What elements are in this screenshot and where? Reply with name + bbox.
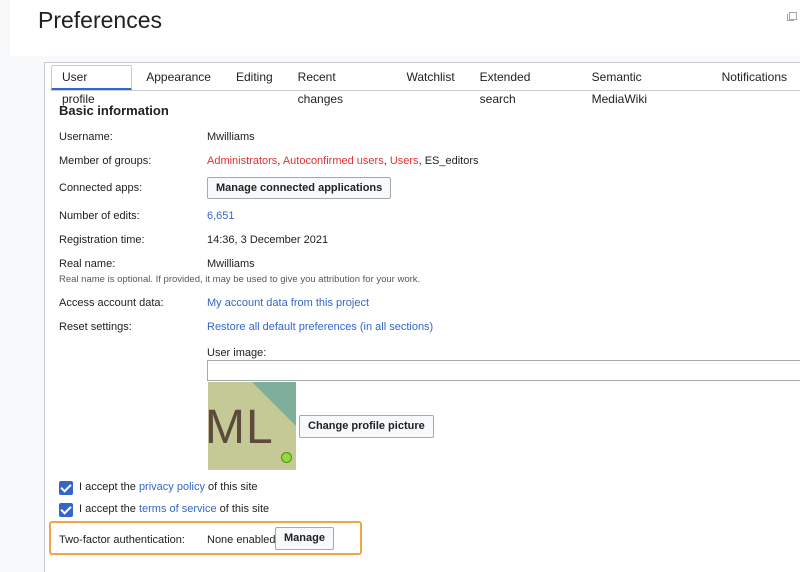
registration-label: Registration time: [59, 234, 145, 246]
terms-of-service-link[interactable]: terms of service [139, 503, 217, 515]
two-factor-manage-button[interactable]: Manage [275, 527, 334, 550]
tab-extended-search[interactable]: Extended search [469, 65, 578, 106]
terms-checkbox-label: I accept the terms of service of this si… [79, 503, 270, 515]
realname-value: Mwilliams [207, 258, 255, 270]
group-es-editors: ES_editors [424, 155, 479, 167]
group-link-users[interactable]: Users [390, 155, 419, 167]
edits-count-link[interactable]: 6,651 [207, 209, 235, 223]
section-title: Basic information [59, 103, 169, 118]
tab-editing[interactable]: Editing [225, 65, 284, 89]
tab-watchlist[interactable]: Watchlist [395, 65, 465, 89]
privacy-policy-link[interactable]: privacy policy [139, 481, 205, 493]
groups-label: Member of groups: [59, 155, 152, 167]
access-label: Access account data: [59, 297, 164, 309]
preferences-tabs: User profile Appearance Editing Recent c… [51, 65, 800, 106]
account-data-link[interactable]: My account data from this project [207, 296, 369, 310]
user-image-label: User image: [207, 347, 267, 359]
group-link-administrators[interactable]: Administrators [207, 155, 277, 167]
username-value: Mwilliams [207, 131, 255, 143]
tab-notifications[interactable]: Notifications [711, 65, 798, 89]
realname-hint: Real name is optional. If provided, it m… [59, 274, 421, 285]
page-title: Preferences [38, 7, 163, 33]
terms-checkbox[interactable] [59, 503, 73, 517]
connected-apps-label: Connected apps: [59, 182, 143, 194]
online-status-icon [281, 452, 292, 463]
tab-divider [51, 90, 800, 91]
external-window-icon[interactable] [786, 10, 798, 22]
two-factor-value: None enabled [207, 534, 276, 546]
groups-value: Administrators, Autoconfirmed users, Use… [207, 155, 479, 167]
manage-connected-apps-button[interactable]: Manage connected applications [207, 177, 392, 199]
tab-appearance[interactable]: Appearance [135, 65, 222, 89]
two-factor-label: Two-factor authentication: [59, 534, 185, 546]
user-image-input[interactable] [207, 360, 800, 381]
privacy-checkbox-label: I accept the privacy policy of this site [79, 481, 258, 493]
tab-semantic-mediawiki[interactable]: Semantic MediaWiki [581, 65, 708, 106]
preferences-panel: User profile Appearance Editing Recent c… [44, 62, 800, 572]
username-label: Username: [59, 131, 113, 143]
reset-label: Reset settings: [59, 321, 132, 333]
change-profile-picture-button[interactable]: Change profile picture [299, 415, 434, 438]
restore-defaults-link[interactable]: Restore all default preferences (in all … [207, 320, 433, 334]
tab-user-profile[interactable]: User profile [51, 65, 133, 106]
privacy-checkbox[interactable] [59, 481, 73, 495]
tab-recent-changes[interactable]: Recent changes [287, 65, 393, 106]
avatar: ML [208, 382, 296, 470]
realname-label: Real name: [59, 258, 116, 270]
registration-value: 14:36, 3 December 2021 [207, 234, 329, 246]
group-link-autoconfirmed[interactable]: Autoconfirmed users [283, 155, 384, 167]
edits-label: Number of edits: [59, 210, 140, 222]
page-header: Preferences [10, 0, 800, 56]
avatar-initials: ML [208, 401, 274, 454]
